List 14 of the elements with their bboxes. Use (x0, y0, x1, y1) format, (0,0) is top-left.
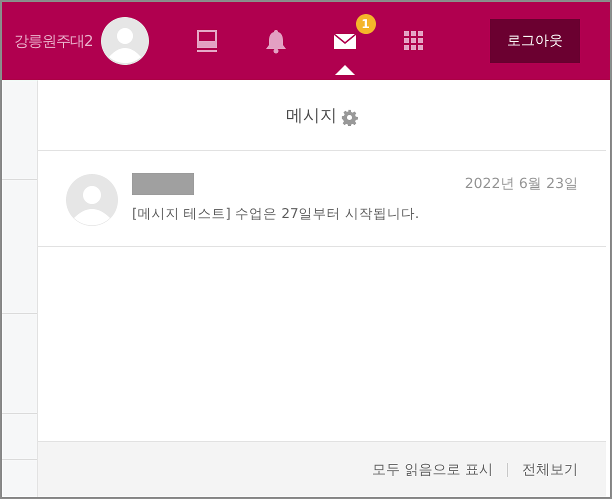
message-date: 2022년 6월 23일 (464, 175, 578, 193)
settings-icon[interactable] (341, 108, 358, 126)
message-text: [메시지 테스트] 수업은 27일부터 시작됩니다. (132, 205, 420, 223)
footer-link[interactable]: 전체보기 (522, 460, 578, 478)
message-item[interactable]: 2022년 6월 23일 [메시지 테스트] 수업은 27일부터 시작됩니다. (38, 151, 606, 247)
unread-badge: 1 (356, 14, 376, 34)
redacted-sender (132, 173, 194, 195)
user-name[interactable]: 강릉원주대2 (14, 32, 93, 50)
footer-link[interactable]: 모두 읽음으로 표시 (372, 460, 493, 478)
mail-icon[interactable] (334, 34, 356, 48)
sender-avatar-icon (66, 174, 118, 226)
logout-button[interactable]: 로그아웃 (490, 19, 580, 63)
avatar-icon[interactable] (100, 17, 149, 65)
panel-title: 메시지 (286, 104, 337, 126)
